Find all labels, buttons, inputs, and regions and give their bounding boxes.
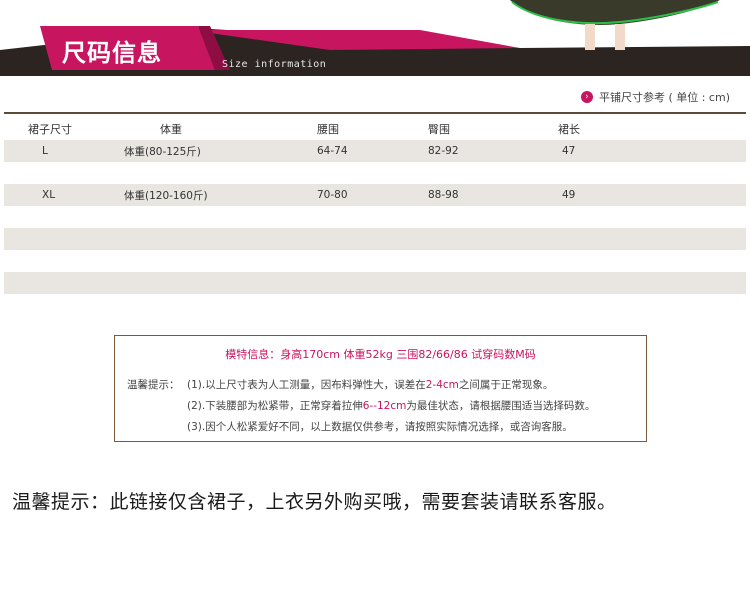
cell-weight: 体重(120-160斤) xyxy=(124,184,317,206)
header-waist: 腰围 xyxy=(317,123,339,136)
tip-text: (2).下装腰部为松紧带，正常穿着拉伸 xyxy=(187,400,363,412)
header-weight: 体重 xyxy=(160,123,182,136)
page-title: 尺码信息 xyxy=(62,39,162,67)
tip-text: (1).以上尺寸表为人工测量，因布料弹性大，误差在 xyxy=(187,379,426,391)
tip-item: (3).因个人松紧爱好不同，以上数据仅供参考，请按照实际情况选择，或咨询客服。 xyxy=(127,417,595,438)
header-size: 裙子尺寸 xyxy=(28,123,72,136)
model-info: 模特信息：身高170cm 体重52kg 三围82/66/86 试穿码数M码 xyxy=(225,348,536,361)
cell-weight: 体重(80-125斤) xyxy=(124,140,317,162)
cell-waist: 70-80 xyxy=(317,184,428,206)
header-hip: 臀围 xyxy=(428,123,450,136)
table-row xyxy=(4,250,746,272)
notice-box: 模特信息：身高170cm 体重52kg 三围82/66/86 试穿码数M码 温馨… xyxy=(114,335,647,442)
table-row: XL 体重(120-160斤) 70-80 88-98 49 xyxy=(4,184,746,206)
divider xyxy=(4,112,746,114)
table-row xyxy=(4,228,746,250)
size-table: 裙子尺寸 体重 腰围 臀围 裙长 L 体重(80-125斤) 64-74 82-… xyxy=(4,118,746,294)
cell-size: XL xyxy=(4,184,124,206)
size-reference-note: › 平铺尺寸参考 ( 单位 : cm) xyxy=(580,89,730,105)
cell-length: 49 xyxy=(556,184,746,206)
page-subtitle: Size information xyxy=(222,59,327,70)
reference-text: 平铺尺寸参考 ( 单位 : cm) xyxy=(598,91,730,104)
table-row: L 体重(80-125斤) 64-74 82-92 47 xyxy=(4,140,746,162)
cell-hip: 82-92 xyxy=(428,140,556,162)
table-row xyxy=(4,206,746,228)
table-row xyxy=(4,162,746,184)
bottom-notice: 温馨提示：此链接仅含裙子，上衣另外购买哦，需要套装请联系客服。 xyxy=(12,491,617,513)
tip-highlight: 2-4cm xyxy=(425,379,459,391)
tip-highlight: 6--12cm xyxy=(362,400,407,412)
cell-waist: 64-74 xyxy=(317,140,428,162)
tip-text: (3).因个人松紧爱好不同，以上数据仅供参考，请按照实际情况选择，或咨询客服。 xyxy=(187,421,573,433)
tips-label: 温馨提示： xyxy=(127,379,180,391)
header-length: 裙长 xyxy=(558,123,580,136)
header-banner: 尺码信息 Size information xyxy=(0,0,750,76)
tips-list: 温馨提示： (1).以上尺寸表为人工测量，因布料弹性大，误差在2-4cm之间属于正… xyxy=(127,375,595,438)
chevron-right-icon: › xyxy=(580,91,593,103)
tip-text: 为最佳状态，请根据腰围适当选择码数。 xyxy=(406,400,596,412)
table-header-row: 裙子尺寸 体重 腰围 臀围 裙长 xyxy=(4,118,746,140)
table-row xyxy=(4,272,746,294)
tip-text: 之间属于正常现象。 xyxy=(458,379,554,391)
cell-hip: 88-98 xyxy=(428,184,556,206)
tip-item: (2).下装腰部为松紧带，正常穿着拉伸6--12cm为最佳状态，请根据腰围适当选… xyxy=(127,396,595,417)
tip-item: 温馨提示： (1).以上尺寸表为人工测量，因布料弹性大，误差在2-4cm之间属于正… xyxy=(127,375,595,396)
cell-size: L xyxy=(4,140,124,162)
cell-length: 47 xyxy=(556,140,746,162)
